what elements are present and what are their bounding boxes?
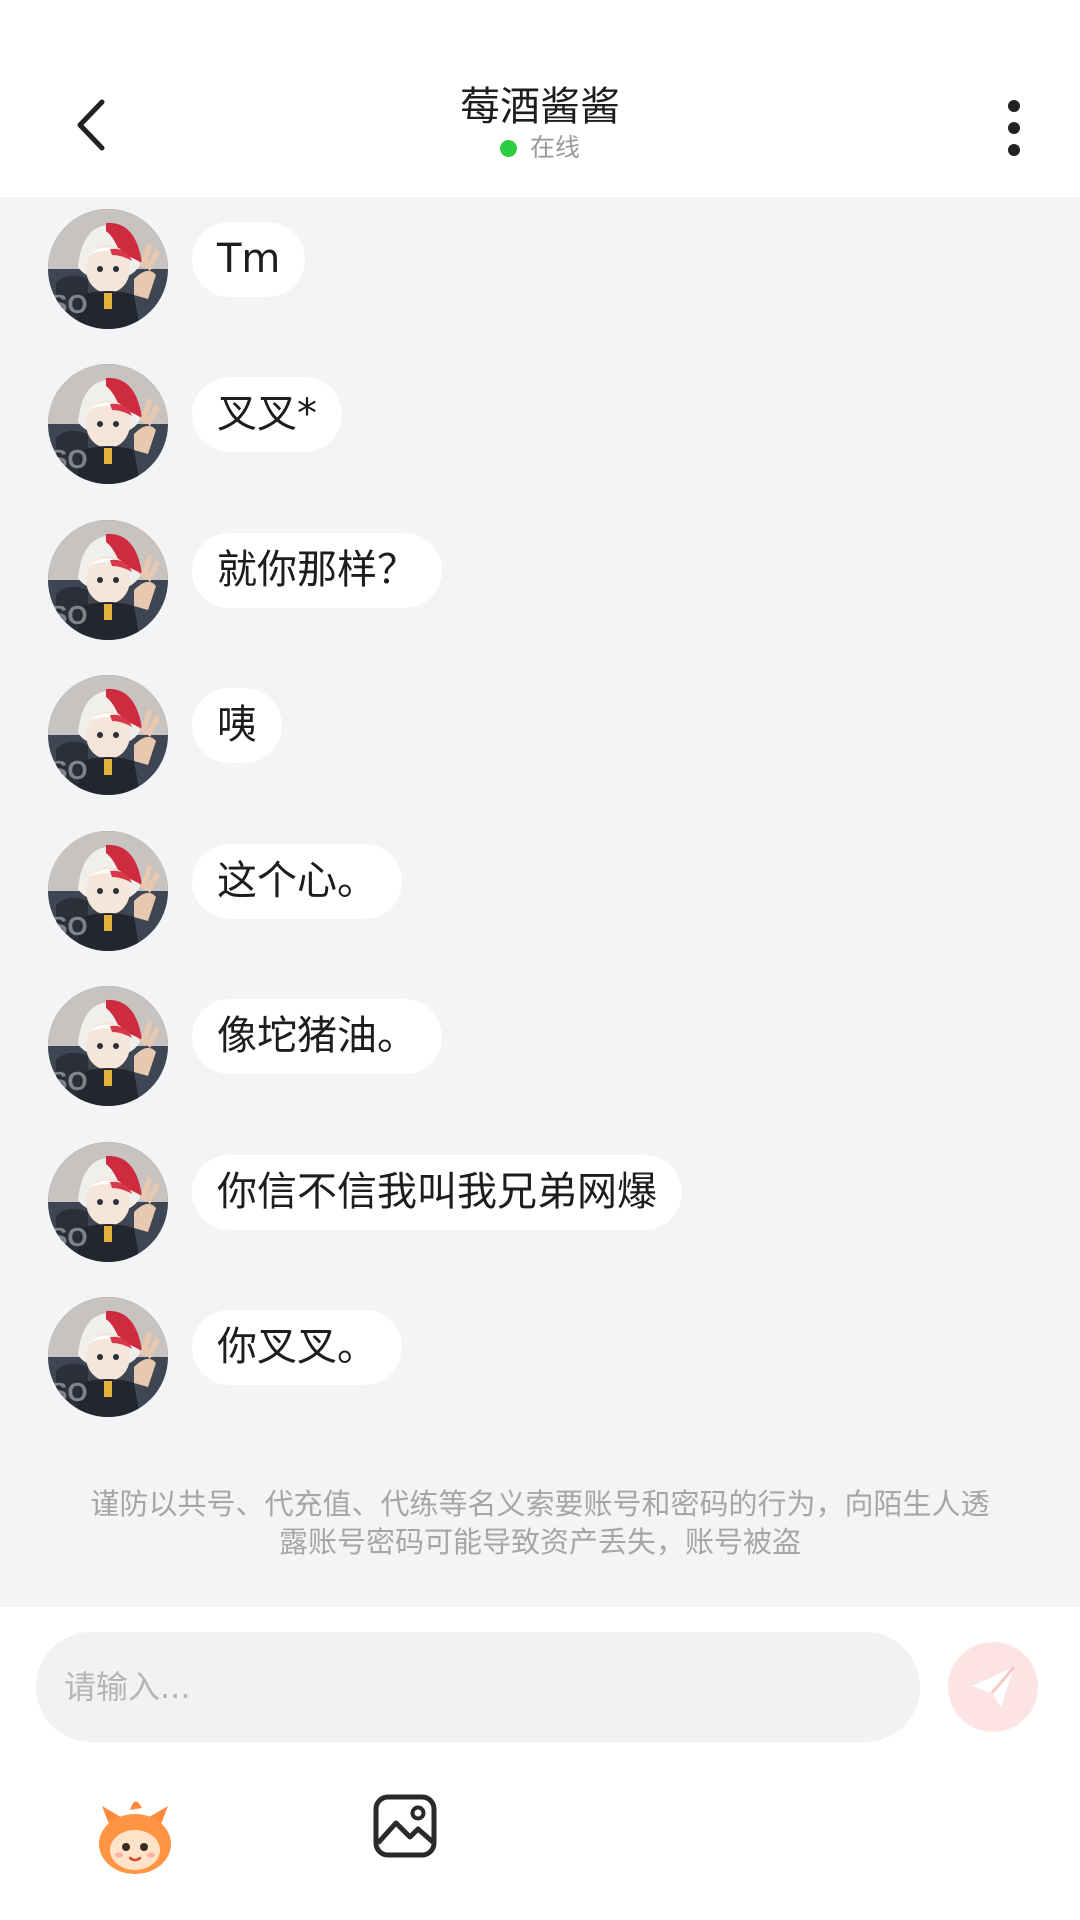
online-status-label: 在线 xyxy=(529,133,580,162)
avatar[interactable]: SO xyxy=(48,675,168,795)
svg-text:SO: SO xyxy=(50,1222,88,1252)
avatar[interactable]: SO xyxy=(48,1297,168,1417)
message-input[interactable] xyxy=(36,1632,920,1742)
message-bubble[interactable]: 你信不信我叫我兄弟网爆 xyxy=(192,1155,682,1230)
image-button[interactable] xyxy=(372,1793,438,1859)
message-bubble[interactable]: 像坨猪油。 xyxy=(192,999,442,1074)
online-status: 在线 xyxy=(0,132,1080,164)
avatar[interactable]: SO xyxy=(48,209,168,329)
image-icon xyxy=(373,1794,437,1858)
online-dot-icon xyxy=(499,139,517,157)
message-list[interactable]: SO Tm SO 叉叉* SO 就你那样？ SO 咦 SO 这个心。 SO 像坨… xyxy=(0,197,1080,1607)
svg-text:SO: SO xyxy=(50,1066,88,1096)
message-bubble[interactable]: 叉叉* xyxy=(192,377,342,452)
composer xyxy=(0,1607,1080,1920)
emoji-mascot-icon xyxy=(99,1801,171,1874)
avatar[interactable]: SO xyxy=(48,986,168,1106)
avatar[interactable]: SO xyxy=(48,1142,168,1262)
message-bubble[interactable]: 咦 xyxy=(192,688,282,763)
message-bubble[interactable]: 你叉叉。 xyxy=(192,1310,402,1385)
message-bubble[interactable]: Tm xyxy=(192,222,306,297)
send-icon xyxy=(972,1666,1016,1707)
svg-text:SO: SO xyxy=(50,289,88,319)
emoji-button[interactable] xyxy=(92,1792,178,1878)
svg-text:SO: SO xyxy=(50,755,88,785)
svg-text:SO: SO xyxy=(50,600,88,630)
avatar[interactable]: SO xyxy=(48,520,168,640)
svg-text:SO: SO xyxy=(50,1377,88,1407)
avatar[interactable]: SO xyxy=(48,831,168,951)
more-options-button[interactable] xyxy=(990,96,1038,160)
svg-text:SO: SO xyxy=(50,911,88,941)
more-vertical-icon xyxy=(1008,100,1020,112)
avatar[interactable]: SO xyxy=(48,364,168,484)
chat-header: 莓酒酱酱 在线 xyxy=(0,0,1080,197)
chat-title: 莓酒酱酱 xyxy=(460,84,620,130)
message-bubble[interactable]: 这个心。 xyxy=(192,844,402,919)
send-button[interactable] xyxy=(948,1642,1038,1732)
svg-text:SO: SO xyxy=(50,444,88,474)
security-notice: 谨防以共号、代充值、代练等名义索要账号和密码的行为，向陌生人透露账号密码可能导致… xyxy=(90,1487,990,1559)
message-bubble[interactable]: 就你那样？ xyxy=(192,533,442,608)
